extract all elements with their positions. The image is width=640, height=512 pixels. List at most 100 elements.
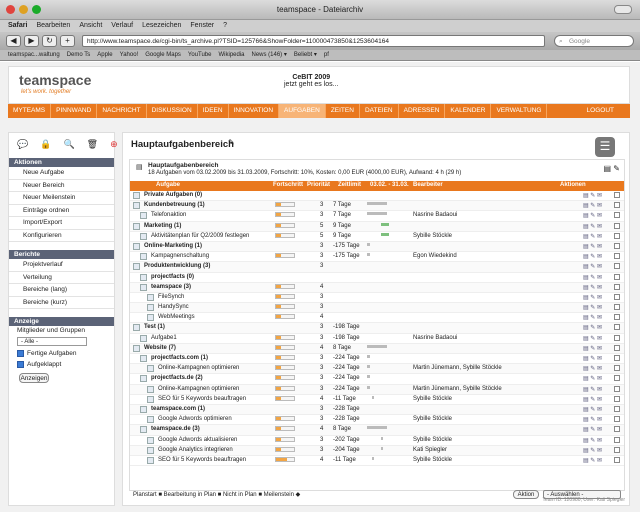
- row-checkbox[interactable]: [614, 293, 620, 300]
- minimize-window-button[interactable]: [19, 5, 28, 14]
- row-checkbox[interactable]: [614, 365, 620, 372]
- col-fortschritt[interactable]: Fortschritt: [273, 182, 303, 188]
- row-checkbox[interactable]: [614, 232, 620, 239]
- row-action-icons[interactable]: ▤ ✎ ✉: [583, 304, 602, 311]
- task-bearbeiter[interactable]: Nasrine Badaoui: [413, 335, 457, 341]
- row-checkbox[interactable]: [614, 212, 620, 219]
- task-name[interactable]: SEO für 5 Keywords beauftragen: [158, 396, 246, 402]
- col-prioritaet[interactable]: Priorität: [307, 182, 330, 188]
- task-name[interactable]: Online-Kampagnen optimieren: [158, 386, 239, 392]
- row-action-icons[interactable]: ▤ ✎ ✉: [583, 284, 602, 291]
- row-checkbox[interactable]: [614, 355, 620, 361]
- task-name[interactable]: Online-Marketing (1): [144, 243, 202, 249]
- task-name[interactable]: Test (1): [144, 324, 165, 330]
- bookmark-item[interactable]: teamspac...waltung: [8, 50, 60, 60]
- toolbar-toggle-button[interactable]: [614, 5, 632, 14]
- nav-pinnwand[interactable]: PINNWAND: [51, 104, 98, 118]
- row-action-icons[interactable]: ▤ ✎ ✉: [583, 314, 602, 321]
- task-bearbeiter[interactable]: Sybille Stöckle: [413, 437, 452, 443]
- edit-icon[interactable]: ✎: [228, 138, 235, 147]
- row-action-icons[interactable]: ▤ ✎ ✉: [583, 335, 602, 342]
- trash-icon[interactable]: 🗑: [87, 139, 98, 150]
- task-name[interactable]: Aufgabe1: [151, 335, 177, 341]
- task-name[interactable]: Website (7): [144, 345, 176, 351]
- row-action-icons[interactable]: ▤ ✎ ✉: [583, 365, 602, 372]
- task-name[interactable]: teamspace (3): [151, 284, 191, 290]
- task-name[interactable]: Google Adwords aktualisieren: [158, 437, 237, 443]
- nav-myteams[interactable]: MYTEAMS: [8, 104, 52, 118]
- row-checkbox[interactable]: [614, 446, 620, 453]
- task-name[interactable]: projectfacts (0): [151, 274, 194, 280]
- row-checkbox[interactable]: [614, 324, 620, 331]
- row-action-icons[interactable]: ▤ ✎ ✉: [583, 243, 602, 250]
- row-checkbox[interactable]: [614, 416, 620, 423]
- bookmark-item[interactable]: Google Maps: [145, 50, 181, 60]
- bookmark-item[interactable]: Apple: [97, 50, 112, 60]
- nav-kalender[interactable]: KALENDER: [445, 104, 492, 118]
- row-action-icons[interactable]: ▤ ✎ ✉: [583, 416, 602, 423]
- sidebar-item-aktionen[interactable]: Konfigurieren: [9, 230, 114, 242]
- row-checkbox[interactable]: [614, 405, 620, 412]
- row-action-icons[interactable]: ▤ ✎ ✉: [583, 223, 602, 230]
- row-checkbox[interactable]: [614, 385, 620, 392]
- row-checkbox[interactable]: [614, 263, 620, 270]
- task-list-icon[interactable]: ☰: [595, 137, 615, 157]
- row-checkbox[interactable]: [614, 283, 620, 290]
- task-bearbeiter[interactable]: Sybille Stöckle: [413, 233, 452, 239]
- row-action-icons[interactable]: ▤ ✎ ✉: [583, 447, 602, 454]
- row-action-icons[interactable]: ▤ ✎ ✉: [583, 233, 602, 240]
- export-icons[interactable]: ▤ ✎: [604, 164, 620, 173]
- address-bar[interactable]: http://www.teamspace.de/cgi-bin/ts_archi…: [82, 35, 545, 47]
- menu-item[interactable]: Bearbeiten: [36, 20, 70, 32]
- row-action-icons[interactable]: ▤ ✎ ✉: [583, 324, 602, 331]
- task-bearbeiter[interactable]: Martin Jünemann, Sybille Stöckle: [413, 386, 502, 392]
- row-checkbox[interactable]: [614, 375, 620, 382]
- bookmark-item[interactable]: Demo Ts: [67, 50, 91, 60]
- row-action-icons[interactable]: ▤ ✎ ✉: [583, 274, 602, 281]
- checkbox-checked-icon[interactable]: [17, 350, 24, 357]
- col-bearbeiter[interactable]: Bearbeiter: [413, 182, 443, 188]
- row-action-icons[interactable]: ▤ ✎ ✉: [583, 375, 602, 382]
- task-name[interactable]: Kampagnenschaltung: [151, 253, 209, 259]
- task-name[interactable]: Google Adwords optimieren: [158, 416, 232, 422]
- logout-link[interactable]: LOGOUT: [582, 104, 630, 118]
- menu-item[interactable]: Verlauf: [111, 20, 133, 32]
- menu-item[interactable]: Safari: [8, 20, 27, 32]
- task-name[interactable]: FileSynch: [158, 294, 184, 300]
- sidebar-item-aktionen[interactable]: Neuer Meilenstein: [9, 192, 114, 205]
- row-checkbox[interactable]: [614, 304, 620, 311]
- nav-aufgaben[interactable]: AUFGABEN: [279, 104, 326, 118]
- task-bearbeiter[interactable]: Sybille Stöckle: [413, 416, 452, 422]
- row-checkbox[interactable]: [614, 253, 620, 260]
- row-action-icons[interactable]: ▤ ✎ ✉: [583, 192, 602, 199]
- sidebar-item-aktionen[interactable]: Neue Aufgabe: [9, 167, 114, 180]
- row-action-icons[interactable]: ▤ ✎ ✉: [583, 355, 602, 362]
- task-name[interactable]: projectfacts.com (1): [151, 355, 208, 361]
- row-checkbox[interactable]: [614, 426, 620, 433]
- menu-item[interactable]: Ansicht: [79, 20, 102, 32]
- row-checkbox[interactable]: [614, 242, 620, 249]
- task-name[interactable]: Produktentwicklung (3): [144, 263, 210, 269]
- nav-diskussion[interactable]: DISKUSSION: [147, 104, 198, 118]
- bookmark-item[interactable]: Beliebt ▾: [294, 50, 317, 60]
- aktion-button[interactable]: Aktion: [513, 490, 539, 499]
- row-action-icons[interactable]: ▤ ✎ ✉: [583, 212, 602, 219]
- sidebar-item-berichte[interactable]: Projektverlauf: [9, 259, 114, 272]
- chat-icon[interactable]: 💬: [17, 139, 28, 150]
- sidebar-item-berichte[interactable]: Bereiche (lang): [9, 284, 114, 297]
- window-controls[interactable]: [6, 5, 41, 14]
- task-name[interactable]: Kundenbetreuung (1): [144, 202, 205, 208]
- aufgeklappt-checkbox[interactable]: Aufgeklappt: [9, 359, 114, 370]
- task-name[interactable]: teamspace.de (3): [151, 426, 200, 432]
- col-zeitlimit[interactable]: Zeitlimit: [338, 182, 361, 188]
- search-field[interactable]: ⌕ Google: [554, 35, 634, 47]
- task-name[interactable]: teamspace.com (1): [151, 406, 205, 412]
- row-action-icons[interactable]: ▤ ✎ ✉: [583, 437, 602, 444]
- row-action-icons[interactable]: ▤ ✎ ✉: [583, 253, 602, 260]
- task-name[interactable]: Telefonaktion: [151, 212, 186, 218]
- menu-item[interactable]: ?: [223, 20, 227, 32]
- task-name[interactable]: projectfacts.de (2): [151, 375, 203, 381]
- add-bookmark-button[interactable]: +: [60, 35, 75, 47]
- task-bearbeiter[interactable]: Sybille Stöckle: [413, 457, 452, 463]
- row-action-icons[interactable]: ▤ ✎ ✉: [583, 345, 602, 352]
